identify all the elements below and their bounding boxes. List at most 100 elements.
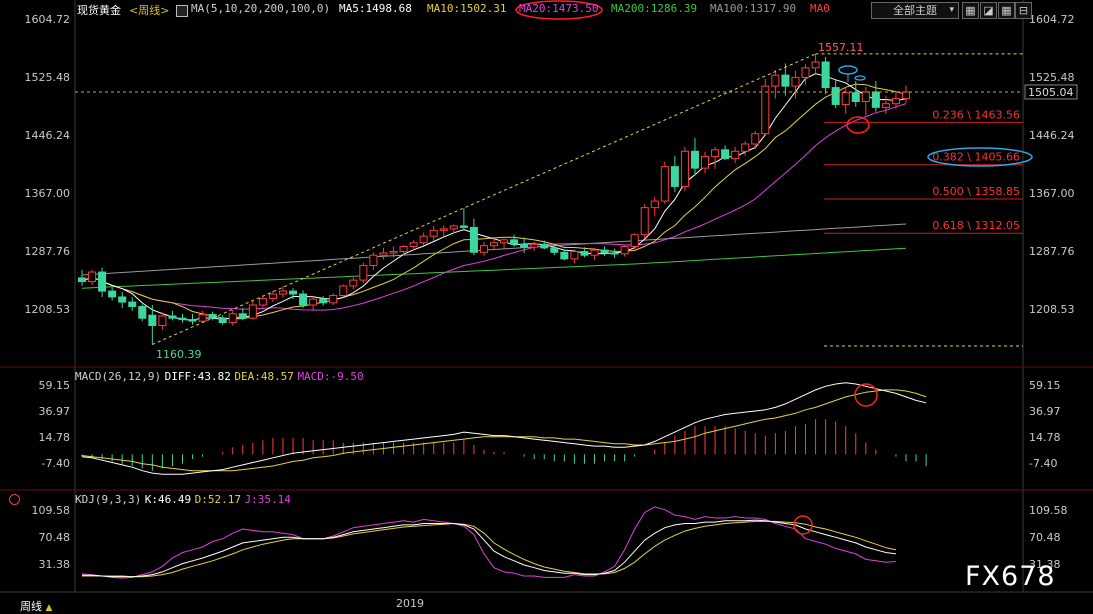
low-price-label: 1160.39 — [156, 348, 202, 361]
y-tick-right: 1287.76 — [1029, 245, 1075, 258]
kdj-y-tick-right: 109.58 — [1029, 504, 1068, 517]
macd-y-tick-left: -7.40 — [42, 457, 70, 470]
macd-y-tick-right: -7.40 — [1029, 457, 1057, 470]
candle-down — [238, 313, 247, 319]
kdj-y-tick-right: 70.48 — [1029, 531, 1061, 544]
candle-up — [158, 315, 167, 326]
ma200-line — [81, 247, 907, 289]
candle-up — [761, 85, 770, 135]
candle-up — [329, 294, 338, 304]
candle-up — [881, 103, 890, 108]
candle-down — [148, 314, 157, 326]
annotation-circle-top — [838, 65, 858, 75]
year-label: 2019 — [396, 597, 424, 610]
candle-down — [459, 225, 468, 228]
macd-y-tick-right: 36.97 — [1029, 405, 1061, 418]
macd-y-tick-left: 59.15 — [39, 379, 71, 392]
candle-down — [98, 271, 107, 292]
fib-label: 0.382 \ 1405.66 — [932, 151, 1020, 164]
candle-up — [449, 225, 458, 230]
indicator-settings-icon[interactable] — [176, 5, 188, 17]
candle-up — [811, 61, 820, 69]
candle-up — [429, 229, 438, 237]
diff-line — [81, 382, 927, 475]
toolbar-icon-4[interactable]: ⊟ — [1015, 2, 1032, 19]
candle-down — [851, 92, 860, 103]
candle-down — [218, 317, 227, 324]
theme-button-label: 全部主题 — [893, 4, 937, 17]
candle-up — [379, 252, 388, 256]
dea-line — [81, 389, 927, 472]
kdj-settings-icon[interactable] — [9, 494, 20, 505]
candle-up — [268, 293, 277, 299]
kdj-y-tick-left: 109.58 — [32, 504, 71, 517]
candle-up — [399, 245, 408, 253]
candle-up — [369, 254, 378, 266]
triangle-up-icon: ▲ — [45, 603, 53, 613]
candle-up — [660, 166, 669, 202]
ma20-value: MA20:1473.50 — [519, 2, 599, 15]
chevron-down-icon: ▾ — [949, 5, 954, 15]
fib-label: 0.236 \ 1463.56 — [932, 108, 1020, 121]
candle-down — [188, 319, 197, 322]
theme-selector-button[interactable]: 全部主题 ▾ — [871, 2, 959, 19]
candle-down — [128, 301, 137, 307]
candle-up — [198, 314, 207, 322]
candle-up — [841, 92, 850, 105]
candle-up — [278, 290, 287, 295]
candle-down — [510, 239, 519, 245]
y-tick-right: 1208.53 — [1029, 303, 1075, 316]
kdj-legend: KDJ(9,3,3) K:46.49 D:52.17 J:35.14 — [75, 493, 291, 506]
y-tick-right: 1367.00 — [1029, 187, 1075, 200]
period-tab[interactable]: 周线 ▲ — [20, 598, 52, 614]
ma100-value: MA100:1317.90 — [710, 2, 797, 15]
y-tick-right: 1525.48 — [1029, 71, 1075, 84]
toolbar-icon-1[interactable]: ▦ — [962, 2, 979, 19]
candle-down — [469, 226, 478, 253]
high-price-label: 1557.11 — [818, 41, 864, 54]
macd-value: MACD:-9.50 — [297, 370, 364, 383]
candle-up — [309, 298, 318, 306]
fib-label: 0.500 \ 1358.85 — [932, 185, 1020, 198]
candle-up — [741, 143, 750, 152]
candle-up — [228, 313, 237, 324]
candle-up — [771, 74, 780, 87]
macd-y-tick-right: 14.78 — [1029, 431, 1061, 444]
y-tick-right: 1604.72 — [1029, 13, 1075, 26]
ma200-value: MA200:1286.39 — [611, 2, 698, 15]
y-tick-left: 1604.72 — [25, 13, 71, 26]
kdj-title: KDJ(9,3,3) — [75, 493, 142, 506]
candle-down — [560, 251, 569, 260]
y-tick-right: 1446.24 — [1029, 129, 1075, 142]
candle-down — [520, 243, 529, 248]
toolbar-icon-3[interactable]: ▦ — [998, 2, 1015, 19]
chart-canvas: 1604.72 1604.72 1525.48 1525.48 1446.24 1446.… — [0, 0, 1093, 593]
ma20-line — [81, 103, 907, 311]
candle-down — [77, 277, 87, 283]
diff-value: DIFF:43.82 — [164, 370, 231, 383]
k-value: K:46.49 — [144, 493, 192, 506]
candle-up — [489, 242, 499, 247]
candle-up — [500, 239, 509, 244]
annotation-circle-macd — [854, 383, 878, 407]
candle-up — [650, 200, 659, 209]
candle-down — [600, 249, 609, 254]
j-line — [81, 506, 897, 579]
candle-up — [861, 91, 870, 103]
candle-up — [801, 67, 810, 78]
candle-up — [389, 251, 398, 254]
candle-up — [791, 76, 800, 87]
macd-y-tick-left: 14.78 — [39, 431, 71, 444]
y-tick-left: 1367.00 — [25, 187, 71, 200]
ma10-value: MA10:1502.31 — [427, 2, 507, 15]
candle-up — [349, 279, 358, 287]
candle-down — [690, 150, 699, 169]
candle-up — [419, 235, 428, 244]
y-tick-left: 1525.48 — [25, 71, 71, 84]
candle-up — [248, 304, 257, 319]
candle-up — [701, 155, 710, 169]
candle-up — [711, 149, 720, 157]
candle-down — [721, 149, 730, 160]
toolbar-icon-2[interactable]: ◪ — [980, 2, 997, 19]
current-price-label: 1505.04 — [1028, 86, 1074, 99]
